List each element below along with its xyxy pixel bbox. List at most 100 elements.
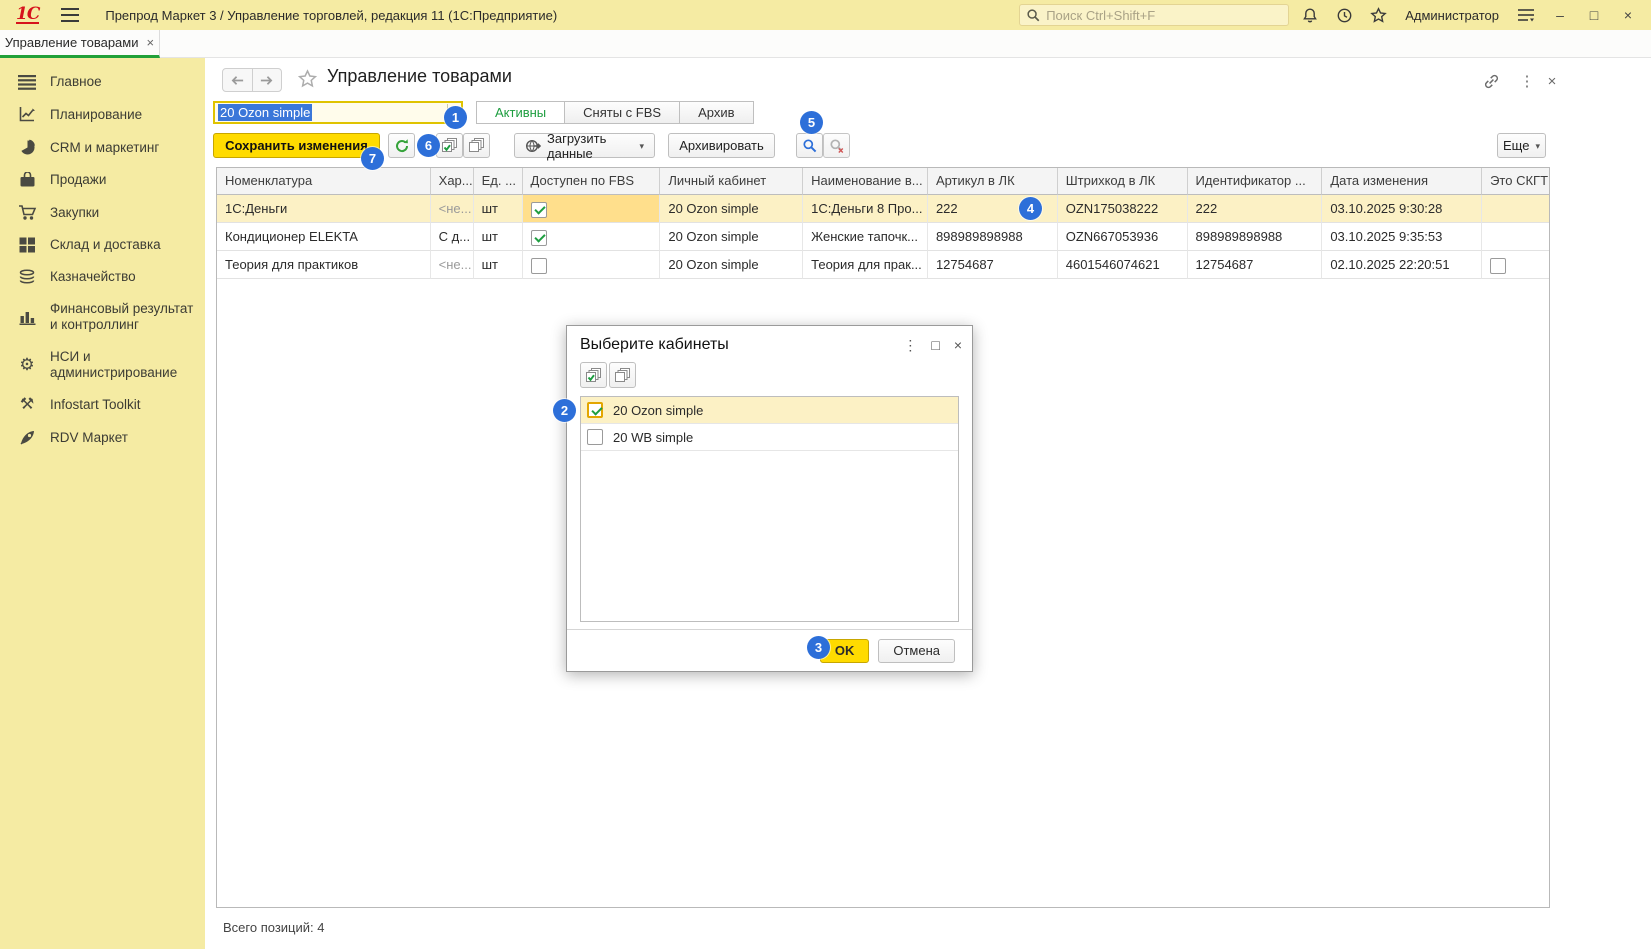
cell-skgt[interactable] [1482,223,1549,251]
skgt-checkbox[interactable] [1490,258,1506,274]
cell-nomenclature[interactable]: 1С:Деньги [217,195,431,223]
favorites-star-icon[interactable] [1365,4,1391,26]
cell-barcode[interactable]: 4601546074621 [1058,251,1188,279]
cell-cabinet[interactable]: 20 Ozon simple [660,251,803,279]
cabinet-checkbox[interactable] [587,402,603,418]
table-row[interactable]: 1С:Деньги <не... шт 20 Ozon simple 1С:Де… [217,195,1549,223]
column-header[interactable]: Наименование в... [803,168,928,195]
cell-unit[interactable]: шт [474,251,523,279]
uncheck-all-button[interactable] [609,362,636,388]
sidebar-item-nsi-administration[interactable]: ⚙ НСИ и администрирование [0,341,205,389]
cell-fbs[interactable] [523,223,661,251]
column-header[interactable]: Артикул в ЛК [928,168,1058,195]
more-button[interactable]: Еще ▾ [1497,133,1546,158]
cell-characteristic[interactable]: <не... [431,251,474,279]
cell-cabinet[interactable]: 20 Ozon simple [660,195,803,223]
tab-product-management[interactable]: Управление товарами × [0,30,160,58]
cell-fbs[interactable] [523,251,661,279]
sidebar-item-financial-result[interactable]: Финансовый результат и контроллинг [0,293,205,341]
dialog-maximize-icon[interactable]: □ [931,337,939,354]
cell-skgt[interactable] [1482,195,1549,223]
window-maximize-button[interactable]: □ [1581,7,1607,23]
column-header[interactable]: Это СКГТ [1482,168,1549,195]
cell-characteristic[interactable]: <не... [431,195,474,223]
service-menu-icon[interactable] [1513,4,1539,26]
add-to-favorites-star-icon[interactable] [297,69,318,89]
refresh-button[interactable] [388,133,415,158]
column-header[interactable]: Доступен по FBS [523,168,661,195]
cell-identifier[interactable]: 12754687 [1188,251,1323,279]
fbs-checkbox[interactable] [531,258,547,274]
cell-identifier[interactable]: 898989898988 [1188,223,1323,251]
window-minimize-button[interactable]: – [1547,7,1573,23]
table-row[interactable]: Кондиционер ELEKTA С д... шт 20 Ozon sim… [217,223,1549,251]
sidebar-item-crm[interactable]: CRM и маркетинг [0,131,205,164]
tab-archive[interactable]: Архив [680,101,753,124]
cabinet-list-item[interactable]: 20 WB simple [581,424,958,451]
cell-cabinet[interactable]: 20 Ozon simple [660,223,803,251]
search-table-button[interactable] [796,133,823,158]
cell-modified[interactable]: 02.10.2025 22:20:51 [1322,251,1482,279]
cabinet-filter-input[interactable]: 20 Ozon simple [213,101,463,124]
column-header[interactable]: Номенклатура [217,168,431,195]
archive-button[interactable]: Архивировать [668,133,775,158]
cell-marketplace-name[interactable]: Теория для прак... [803,251,928,279]
cell-characteristic[interactable]: С д... [431,223,474,251]
get-link-icon[interactable] [1480,71,1502,91]
tab-close-icon[interactable]: × [146,35,154,50]
column-header[interactable]: Штрихкод в ЛК [1058,168,1188,195]
cell-unit[interactable]: шт [474,223,523,251]
cancel-search-button[interactable] [823,133,850,158]
sidebar-item-infostart-toolkit[interactable]: ⚒ Infostart Toolkit [0,389,205,421]
dialog-close-icon[interactable]: × [954,337,962,354]
current-user-label[interactable]: Администратор [1405,8,1499,23]
cell-modified[interactable]: 03.10.2025 9:30:28 [1322,195,1482,223]
load-data-button[interactable]: Загрузить данные ▾ [514,133,655,158]
sidebar-item-purchases[interactable]: Закупки [0,196,205,229]
sidebar-item-treasury[interactable]: Казначейство [0,261,205,293]
tab-active-products[interactable]: Активны [476,101,565,124]
cell-skgt[interactable] [1482,251,1549,279]
cabinet-checkbox[interactable] [587,429,603,445]
dialog-kebab-menu-icon[interactable]: ⋮ [903,337,917,354]
save-changes-button[interactable]: Сохранить изменения [213,133,380,158]
column-header[interactable]: Хар... [431,168,474,195]
cell-nomenclature[interactable]: Теория для практиков [217,251,431,279]
column-header[interactable]: Ед. ... [474,168,523,195]
back-button[interactable] [223,69,252,91]
cell-nomenclature[interactable]: Кондиционер ELEKTA [217,223,431,251]
cancel-button[interactable]: Отмена [878,639,955,663]
column-header[interactable]: Личный кабинет [660,168,803,195]
cell-modified[interactable]: 03.10.2025 9:35:53 [1322,223,1482,251]
cell-barcode[interactable]: OZN175038222 [1058,195,1188,223]
history-clock-icon[interactable] [1331,4,1357,26]
sidebar-item-rdv-market[interactable]: RDV Маркет [0,421,205,454]
set-all-flags-button[interactable] [436,133,463,158]
forward-button[interactable] [252,69,282,91]
cell-fbs[interactable] [523,195,661,223]
cell-unit[interactable]: шт [474,195,523,223]
global-search-input[interactable] [1046,8,1282,23]
cell-marketplace-name[interactable]: Женские тапочк... [803,223,928,251]
main-menu-icon[interactable] [61,8,79,22]
cell-article[interactable]: 12754687 [928,251,1058,279]
form-kebab-menu-icon[interactable]: ⋮ [1516,71,1538,91]
tab-removed-from-fbs[interactable]: Сняты с FBS [565,101,680,124]
table-row[interactable]: Теория для практиков <не... шт 20 Ozon s… [217,251,1549,279]
cell-article[interactable]: 898989898988 [928,223,1058,251]
column-header[interactable]: Идентификатор ... [1188,168,1323,195]
cabinet-list-item[interactable]: 20 Ozon simple [581,397,958,424]
sidebar-item-warehouse[interactable]: Склад и доставка [0,229,205,261]
form-close-icon[interactable]: × [1541,71,1563,91]
sidebar-item-main[interactable]: Главное [0,66,205,98]
column-header[interactable]: Дата изменения [1322,168,1482,195]
clear-all-flags-button[interactable] [463,133,490,158]
check-all-button[interactable] [580,362,607,388]
cell-identifier[interactable]: 222 [1188,195,1323,223]
global-search-box[interactable] [1019,4,1289,26]
fbs-checkbox[interactable] [531,202,547,218]
window-close-button[interactable]: × [1615,7,1641,23]
notifications-bell-icon[interactable] [1297,4,1323,26]
cell-marketplace-name[interactable]: 1С:Деньги 8 Про... [803,195,928,223]
sidebar-item-planning[interactable]: Планирование [0,98,205,131]
